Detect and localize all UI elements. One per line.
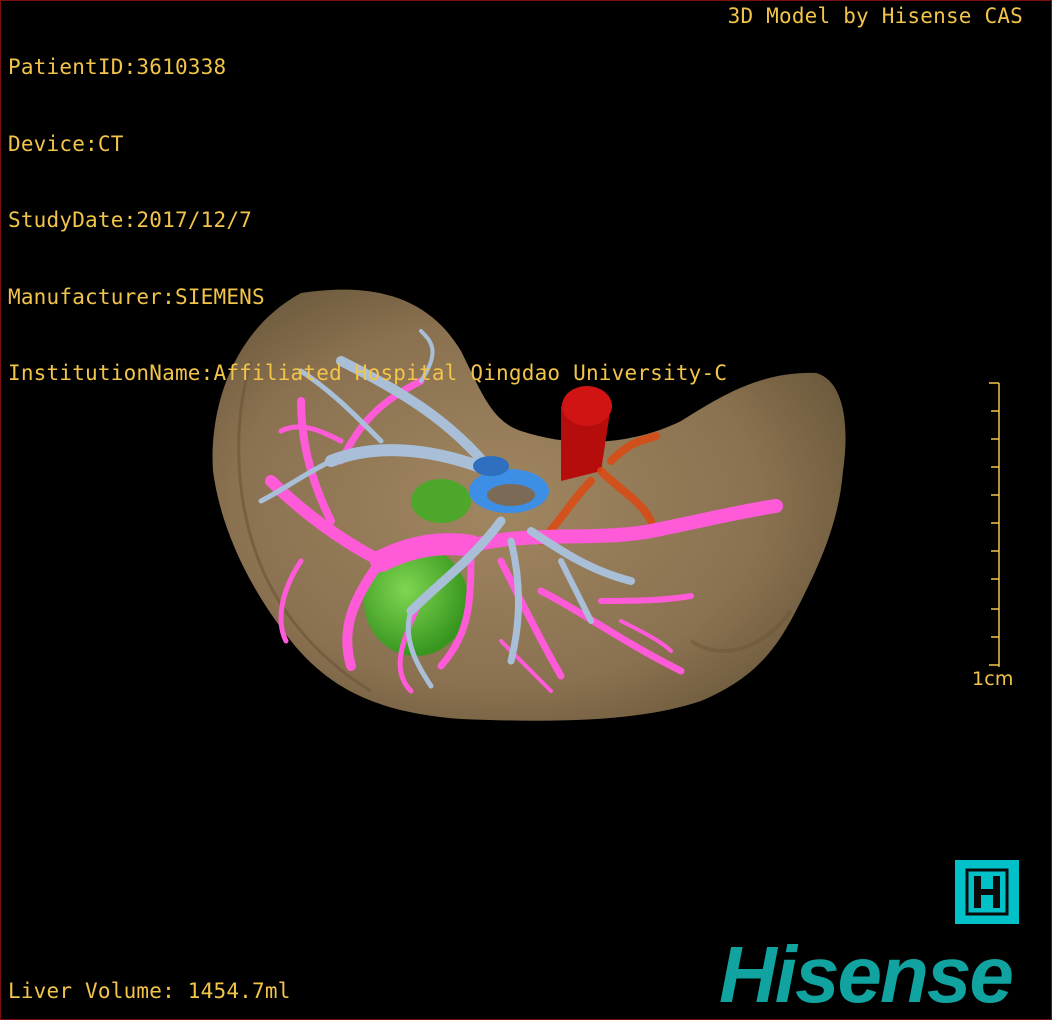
study-date: StudyDate:2017/12/7 [8, 208, 253, 232]
liver-volume: Liver Volume: 1454.7ml [8, 979, 291, 1003]
ivc-lumen [487, 484, 535, 506]
3d-viewport[interactable]: PatientID:3610338 Device:CT StudyDate:20… [0, 0, 1052, 1020]
ivc-upper [473, 456, 509, 476]
h-logo-glyph [965, 868, 1009, 916]
gallbladder-top [411, 479, 471, 523]
scale-bar-icon [989, 382, 1000, 667]
dicom-info-block: PatientID:3610338 Device:CT StudyDate:20… [8, 4, 727, 438]
device: Device:CT [8, 131, 124, 156]
patient-id: PatientID:3610338 [8, 55, 227, 79]
h-logo-icon: H [955, 860, 1019, 924]
manufacturer: Manufacturer:SIEMENS [8, 284, 265, 309]
scale-bar-label: 1cm [972, 668, 1014, 690]
model-credit: 3D Model by Hisense CAS [727, 4, 1023, 28]
hisense-wordmark: Hisense [719, 930, 1014, 1019]
institution-name: InstitutionName:Affiliated Hospital Qing… [8, 361, 728, 385]
